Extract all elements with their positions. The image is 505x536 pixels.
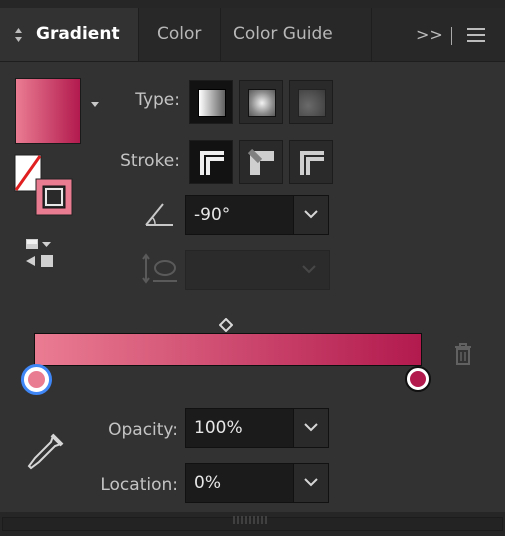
- chevron-down-icon: [304, 423, 318, 432]
- chevron-down-icon: [304, 210, 318, 219]
- stroke-within-icon: [200, 151, 224, 175]
- gradient-stop-start[interactable]: [21, 364, 52, 395]
- tab-color-guide[interactable]: Color Guide: [221, 8, 371, 61]
- tab-menu-divider: [451, 27, 452, 45]
- gradient-presets-dropdown-icon[interactable]: [91, 102, 99, 107]
- tab-gradient-label: Gradient: [36, 24, 120, 44]
- stroke-within-button[interactable]: [189, 140, 233, 184]
- stroke-across-button[interactable]: [289, 140, 333, 184]
- stroke-along-button[interactable]: [239, 140, 283, 184]
- gradient-swatch[interactable]: [15, 78, 81, 144]
- stroke-along-icon: [248, 149, 274, 175]
- radial-gradient-button[interactable]: [239, 80, 283, 124]
- opacity-field[interactable]: [185, 408, 294, 448]
- resize-grip-icon[interactable]: [232, 516, 270, 524]
- angle-input[interactable]: [186, 196, 293, 234]
- location-field[interactable]: [185, 463, 294, 503]
- aspect-ratio-icon: [142, 253, 177, 284]
- freeform-gradient-icon: [298, 89, 326, 117]
- collapse-toggle-icon[interactable]: [14, 27, 23, 43]
- freeform-gradient-button[interactable]: [289, 80, 333, 124]
- stroke-across-icon: [300, 151, 324, 175]
- opacity-input[interactable]: [186, 409, 293, 447]
- gradient-stop-end-color: [410, 371, 426, 387]
- hamburger-menu-icon[interactable]: [467, 28, 485, 42]
- stroke-label: Stroke:: [120, 151, 180, 171]
- type-label: Type:: [135, 90, 180, 110]
- tab-color-label: Color: [157, 24, 202, 44]
- tab-color[interactable]: Color: [139, 8, 220, 61]
- fill-stroke-selector[interactable]: [14, 154, 74, 216]
- location-dropdown-button[interactable]: [293, 463, 329, 503]
- gradient-panel: Gradient Color Color Guide >> Type: Stro…: [0, 0, 505, 536]
- gradient-stop-start-color: [28, 371, 45, 388]
- radial-gradient-icon: [248, 89, 276, 117]
- panel-title-bar: [0, 0, 505, 8]
- tab-divider: [371, 8, 372, 61]
- opacity-label: Opacity:: [108, 420, 178, 440]
- aspect-ratio-field[interactable]: [185, 250, 330, 290]
- linear-gradient-icon: [198, 89, 226, 117]
- chevron-down-icon: [302, 265, 316, 274]
- tab-color-guide-label: Color Guide: [233, 24, 333, 44]
- angle-icon: [145, 203, 173, 226]
- midpoint-diamond-icon[interactable]: [219, 318, 233, 332]
- linear-gradient-button[interactable]: [189, 80, 233, 124]
- opacity-dropdown-button[interactable]: [293, 408, 329, 448]
- reverse-gradient-icon[interactable]: [25, 238, 59, 270]
- gradient-slider[interactable]: [34, 333, 422, 366]
- eyedropper-icon[interactable]: [25, 432, 65, 474]
- trash-icon[interactable]: [453, 342, 473, 366]
- location-label: Location:: [100, 475, 178, 495]
- tab-gradient[interactable]: Gradient: [0, 8, 138, 61]
- chevron-down-icon: [304, 478, 318, 487]
- location-input[interactable]: [186, 464, 293, 502]
- angle-field[interactable]: [185, 195, 294, 235]
- angle-dropdown-button[interactable]: [293, 195, 329, 235]
- tab-overflow-button[interactable]: >>: [416, 8, 443, 61]
- gradient-stop-end[interactable]: [405, 366, 431, 392]
